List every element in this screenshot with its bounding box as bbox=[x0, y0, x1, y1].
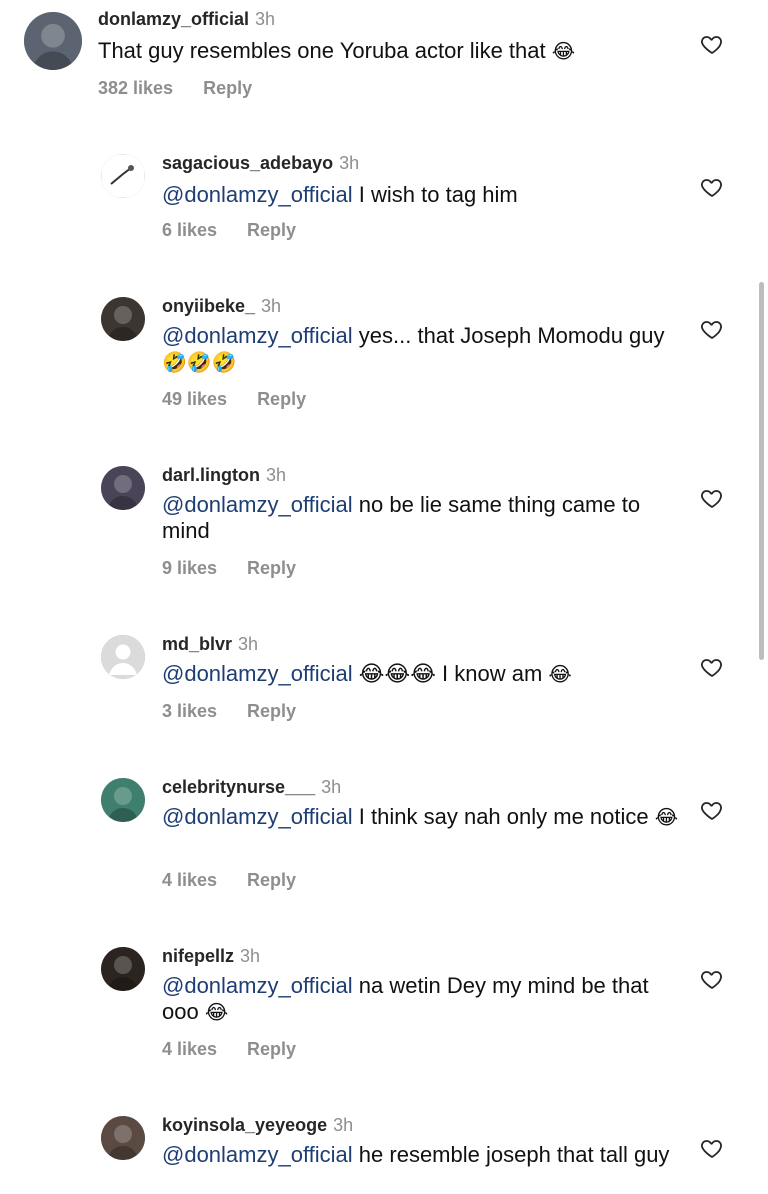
likes-count[interactable]: 4 likes bbox=[162, 870, 217, 890]
heart-outline-icon[interactable] bbox=[700, 967, 724, 991]
heart-outline-icon[interactable] bbox=[700, 486, 724, 510]
mention-link[interactable]: @donlamzy_official bbox=[162, 804, 353, 829]
person-photo-avatar[interactable] bbox=[24, 12, 82, 70]
timestamp: 3h bbox=[333, 1115, 354, 1135]
photo-avatar[interactable] bbox=[101, 947, 145, 991]
likes-count[interactable]: 9 likes bbox=[162, 558, 217, 578]
comment-text: @donlamzy_official 😂😂😂 I know am 😂 bbox=[162, 661, 682, 687]
username[interactable]: md_blvr bbox=[162, 634, 232, 654]
likes-count[interactable]: 49 likes bbox=[162, 389, 227, 409]
comment-body: 😂😂😂 I know am bbox=[352, 661, 543, 686]
comment-text: @donlamzy_official na wetin Dey my mind … bbox=[162, 973, 682, 1025]
likes-count[interactable]: 382 likes bbox=[98, 78, 173, 98]
comment-header: nifepellz 3h bbox=[162, 945, 260, 967]
comment-header: sagacious_adebayo 3h bbox=[162, 152, 359, 174]
username[interactable]: onyiibeke_ bbox=[162, 296, 255, 316]
comment-actions: 49 likes Reply bbox=[162, 389, 306, 410]
timestamp: 3h bbox=[266, 465, 287, 485]
comment-body: I think say nah only me notice bbox=[352, 804, 649, 829]
mention-link[interactable]: @donlamzy_official bbox=[162, 182, 353, 207]
comment-text: @donlamzy_official he resemble joseph th… bbox=[162, 1142, 682, 1168]
scrollbar[interactable] bbox=[759, 282, 764, 660]
mention-link[interactable]: @donlamzy_official bbox=[162, 1142, 353, 1167]
comment-actions: 9 likes Reply bbox=[162, 558, 296, 579]
comment-header: darl.lington 3h bbox=[162, 464, 286, 486]
username[interactable]: nifepellz bbox=[162, 946, 234, 966]
comment-actions: 4 likes Reply bbox=[162, 1039, 296, 1060]
photo-avatar[interactable] bbox=[101, 1116, 145, 1160]
comment-text: @donlamzy_official no be lie same thing … bbox=[162, 492, 682, 544]
sketch-avatar[interactable] bbox=[101, 154, 145, 198]
timestamp: 3h bbox=[240, 946, 261, 966]
comment-text: @donlamzy_official I wish to tag him bbox=[162, 182, 682, 208]
comment-body: yes... that Joseph Momodu guy bbox=[352, 323, 665, 348]
emoji: 🤣🤣🤣 bbox=[162, 350, 237, 374]
heart-outline-icon[interactable] bbox=[700, 175, 724, 199]
mention-link[interactable]: @donlamzy_official bbox=[162, 323, 353, 348]
reply-button[interactable]: Reply bbox=[247, 1039, 296, 1059]
timestamp: 3h bbox=[255, 9, 276, 29]
timestamp: 3h bbox=[321, 777, 342, 797]
comment-body: I wish to tag him bbox=[352, 182, 518, 207]
timestamp: 3h bbox=[339, 153, 360, 173]
comment-header: onyiibeke_ 3h bbox=[162, 295, 281, 317]
username[interactable]: donlamzy_official bbox=[98, 9, 249, 29]
heart-outline-icon[interactable] bbox=[700, 32, 724, 56]
mention-link[interactable]: @donlamzy_official bbox=[162, 661, 353, 686]
reply-button[interactable]: Reply bbox=[247, 870, 296, 890]
comment-text: @donlamzy_official yes... that Joseph Mo… bbox=[162, 323, 682, 375]
comment-actions: 3 likes Reply bbox=[162, 701, 296, 722]
photo-avatar[interactable] bbox=[101, 778, 145, 822]
comment-header: md_blvr 3h bbox=[162, 633, 258, 655]
mention-link[interactable]: @donlamzy_official bbox=[162, 973, 353, 998]
likes-count[interactable]: 6 likes bbox=[162, 220, 217, 240]
likes-count[interactable]: 3 likes bbox=[162, 701, 217, 721]
comment-actions: 4 likes Reply bbox=[162, 870, 296, 891]
comment-body: he resemble joseph that tall guy bbox=[352, 1142, 670, 1167]
timestamp: 3h bbox=[261, 296, 282, 316]
comment-header: koyinsola_yeyeoge 3h bbox=[162, 1114, 353, 1136]
comment-actions: 382 likes Reply bbox=[98, 78, 252, 99]
heart-outline-icon[interactable] bbox=[700, 655, 724, 679]
comment-header: celebritynurse___ 3h bbox=[162, 776, 341, 798]
likes-count[interactable]: 4 likes bbox=[162, 1039, 217, 1059]
reply-button[interactable]: Reply bbox=[257, 389, 306, 409]
photo-avatar[interactable] bbox=[101, 297, 145, 341]
default-user-avatar[interactable] bbox=[101, 635, 145, 679]
comment-text: That guy resembles one Yoruba actor like… bbox=[98, 38, 618, 64]
emoji: 😂 bbox=[654, 805, 679, 829]
username[interactable]: koyinsola_yeyeoge bbox=[162, 1115, 327, 1135]
username[interactable]: celebritynurse___ bbox=[162, 777, 315, 797]
comment-header: donlamzy_official 3h bbox=[98, 8, 275, 30]
username[interactable]: darl.lington bbox=[162, 465, 260, 485]
heart-outline-icon[interactable] bbox=[700, 798, 724, 822]
emoji: 😂 bbox=[551, 39, 576, 63]
username[interactable]: sagacious_adebayo bbox=[162, 153, 333, 173]
emoji: 😂 bbox=[204, 1000, 229, 1024]
comment-text: @donlamzy_official I think say nah only … bbox=[162, 804, 682, 830]
emoji: 😂 bbox=[548, 662, 572, 686]
heart-outline-icon[interactable] bbox=[700, 1136, 724, 1160]
reply-button[interactable]: Reply bbox=[247, 220, 296, 240]
comment-body: That guy resembles one Yoruba actor like… bbox=[98, 38, 546, 63]
photo-avatar[interactable] bbox=[101, 466, 145, 510]
heart-outline-icon[interactable] bbox=[700, 317, 724, 341]
mention-link[interactable]: @donlamzy_official bbox=[162, 492, 353, 517]
reply-button[interactable]: Reply bbox=[203, 78, 252, 98]
timestamp: 3h bbox=[238, 634, 259, 654]
comment-actions: 6 likes Reply bbox=[162, 220, 296, 241]
reply-button[interactable]: Reply bbox=[247, 701, 296, 721]
reply-button[interactable]: Reply bbox=[247, 558, 296, 578]
